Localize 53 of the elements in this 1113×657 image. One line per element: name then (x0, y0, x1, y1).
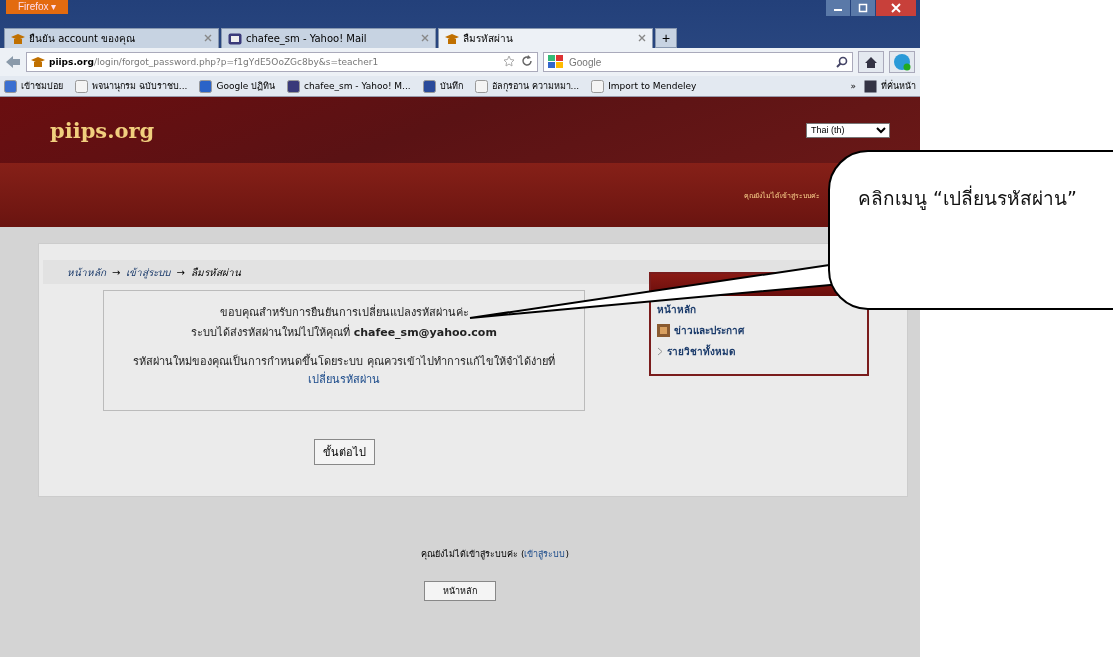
bookmark-item[interactable]: อัลกุรอาน ความหมา... (474, 79, 580, 93)
bookmark-item[interactable]: บันทึก (422, 79, 463, 93)
breadcrumb-current: ลืมรหัสผ่าน (190, 265, 241, 280)
tab-title: ลืมรหัสผ่าน (463, 32, 514, 46)
minimize-icon[interactable] (826, 0, 850, 16)
sidebar-link[interactable]: ข่าวและประกาศ (674, 323, 744, 338)
close-icon[interactable] (638, 33, 646, 44)
forum-icon (657, 324, 670, 337)
bookmark-item[interactable]: Import to Mendeley (591, 79, 697, 93)
google-icon (548, 55, 564, 69)
star-icon[interactable] (503, 55, 515, 69)
site-title[interactable]: piips.org (50, 117, 155, 143)
reload-icon[interactable] (521, 55, 533, 69)
maximize-icon[interactable] (851, 0, 875, 16)
browser-tab[interactable]: ลืมรหัสผ่าน (438, 28, 653, 48)
advice-text: รหัสผ่านใหม่ของคุณเป็นการกำหนดขึ้นโดยระบบ คุณควรเข้าไปทำการแก้ไขให้จำได้ง่ายที่ เปลี่ยนรหัสผ่าน (132, 353, 556, 388)
message-text: ขอบคุณสำหรับการยืนยันการเปลี่ยนแปลงรหัสผ่านค่ะ (219, 303, 469, 321)
address-bar[interactable]: piips.org/login/forgot_password.php?p=f1gYdE5OoZGc8by&s=teacher1 (26, 52, 538, 72)
bookmark-item[interactable]: พจนานุกรม ฉบับราชบ... (75, 79, 188, 93)
breadcrumb-arrow: → (176, 266, 185, 278)
page-icon (591, 79, 605, 93)
bookmarks-menu[interactable]: ที่คั่นหน้า (864, 79, 916, 93)
message-text: ระบบได้ส่งรหัสผ่านใหม่ไปให้คุณที่ chafee_sm@yahoo.com (191, 323, 497, 341)
url-text: piips.org/login/forgot_password.php?p=f1gYdE5OoZGc8by&s=teacher1 (49, 57, 380, 67)
tab-title: chafee_sm - Yahoo! Mail (246, 33, 368, 44)
chat-icon[interactable] (889, 51, 915, 73)
change-password-link[interactable]: เปลี่ยนรหัสผ่าน (308, 372, 380, 386)
bookmark-item[interactable]: Google ปฏิทิน (199, 79, 276, 93)
close-icon[interactable] (876, 0, 916, 16)
callout-text: คลิกเมนู “เปลี่ยนรหัสผ่าน” (858, 184, 1078, 212)
footer-text: คุณยังไม่ได้เข้าสู่ระบบค่ะ (เข้าสู่ระบบ) (420, 548, 569, 561)
bookmark-item[interactable]: chafee_sm - Yahoo! M... (287, 79, 411, 93)
breadcrumb-link[interactable]: เข้าสู่ระบบ (126, 264, 171, 280)
browser-tab[interactable]: chafee_sm - Yahoo! Mail (221, 28, 436, 48)
browser-tab[interactable]: ยืนยัน account ของคุณ (4, 28, 219, 48)
sidebar-link[interactable]: รายวิชาทั้งหมด (667, 344, 735, 359)
breadcrumb-link[interactable]: หน้าหลัก (67, 264, 106, 280)
language-dropdown[interactable]: Thai (th) (806, 122, 890, 138)
back-icon[interactable] (5, 55, 21, 69)
new-tab-button[interactable]: + (655, 28, 677, 48)
breadcrumb-arrow: → (112, 266, 121, 278)
continue-button[interactable]: ขั้นต่อไป (313, 439, 375, 466)
page-icon (75, 79, 88, 93)
close-icon[interactable] (204, 33, 212, 44)
page-icon (474, 79, 488, 93)
overflow-chevron[interactable]: » (850, 79, 856, 93)
login-link[interactable]: เข้าสู่ระบบ (524, 549, 566, 559)
home-button[interactable]: หน้าหลัก (424, 581, 496, 601)
tab-title: ยืนยัน account ของคุณ (29, 32, 137, 46)
search-box[interactable]: Google (543, 52, 853, 72)
close-icon[interactable] (421, 33, 429, 44)
home-icon[interactable] (858, 51, 884, 73)
bookmark-item[interactable]: เข้าชมบ่อย (4, 79, 63, 93)
